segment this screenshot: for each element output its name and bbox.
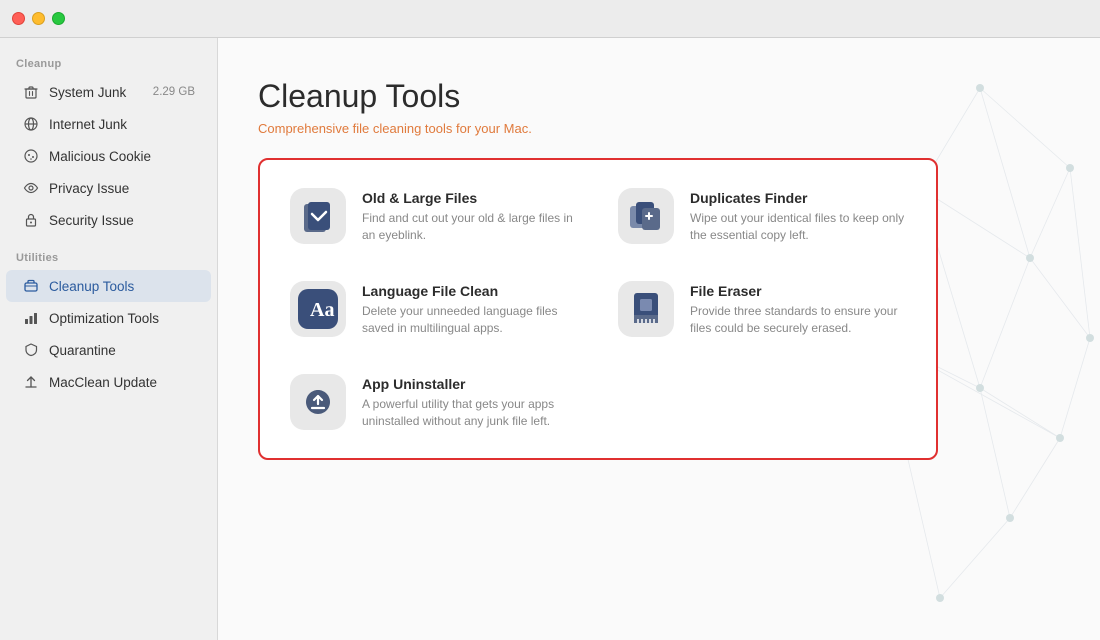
traffic-lights bbox=[12, 12, 65, 25]
page-title: Cleanup Tools bbox=[258, 78, 1060, 115]
sidebar-item-cleanup-tools[interactable]: Cleanup Tools bbox=[6, 270, 211, 302]
file-eraser-name: File Eraser bbox=[690, 283, 906, 299]
sidebar-label-quarantine: Quarantine bbox=[49, 343, 116, 358]
sidebar-label-cleanup-tools: Cleanup Tools bbox=[49, 279, 134, 294]
sidebar: Cleanup System Junk 2.29 GB bbox=[0, 38, 218, 640]
sidebar-item-security-issue[interactable]: Security Issue bbox=[6, 204, 211, 236]
sidebar-item-malicious-cookie[interactable]: Malicious Cookie bbox=[6, 140, 211, 172]
sidebar-item-privacy-issue[interactable]: Privacy Issue bbox=[6, 172, 211, 204]
app-uninstaller-name: App Uninstaller bbox=[362, 376, 578, 392]
old-large-files-desc: Find and cut out your old & large files … bbox=[362, 210, 578, 245]
app-uninstaller-info: App Uninstaller A powerful utility that … bbox=[362, 374, 578, 431]
cleanup-section-label: Cleanup bbox=[0, 54, 217, 76]
file-eraser-icon bbox=[618, 281, 674, 337]
old-large-files-info: Old & Large Files Find and cut out your … bbox=[362, 188, 578, 245]
app-uninstaller-desc: A powerful utility that gets your apps u… bbox=[362, 396, 578, 431]
tool-item-old-large-files[interactable]: Old & Large Files Find and cut out your … bbox=[270, 170, 598, 263]
sidebar-label-security-issue: Security Issue bbox=[49, 213, 134, 228]
chart-icon bbox=[22, 309, 40, 327]
language-file-clean-info: Language File Clean Delete your unneeded… bbox=[362, 281, 578, 338]
app-uninstaller-icon bbox=[290, 374, 346, 430]
sidebar-label-system-junk: System Junk bbox=[49, 85, 126, 100]
duplicates-finder-desc: Wipe out your identical files to keep on… bbox=[690, 210, 906, 245]
language-file-clean-name: Language File Clean bbox=[362, 283, 578, 299]
file-eraser-info: File Eraser Provide three standards to e… bbox=[690, 281, 906, 338]
sidebar-label-malicious-cookie: Malicious Cookie bbox=[49, 149, 151, 164]
sidebar-item-system-junk[interactable]: System Junk 2.29 GB bbox=[6, 76, 211, 108]
cookie-icon bbox=[22, 147, 40, 165]
duplicates-finder-info: Duplicates Finder Wipe out your identica… bbox=[690, 188, 906, 245]
sidebar-item-quarantine[interactable]: Quarantine bbox=[6, 334, 211, 366]
old-large-files-icon bbox=[290, 188, 346, 244]
old-large-files-name: Old & Large Files bbox=[362, 190, 578, 206]
sidebar-label-privacy-issue: Privacy Issue bbox=[49, 181, 129, 196]
shield-icon bbox=[22, 341, 40, 359]
sidebar-item-internet-junk[interactable]: Internet Junk bbox=[6, 108, 211, 140]
sidebar-divider bbox=[0, 236, 217, 248]
eye-icon bbox=[22, 179, 40, 197]
sidebar-item-macclean-update[interactable]: MacClean Update bbox=[6, 366, 211, 398]
update-icon bbox=[22, 373, 40, 391]
language-file-clean-icon: Aa bbox=[290, 281, 346, 337]
tool-item-duplicates-finder[interactable]: Duplicates Finder Wipe out your identica… bbox=[598, 170, 926, 263]
broom-icon bbox=[22, 277, 40, 295]
page-subtitle: Comprehensive file cleaning tools for yo… bbox=[258, 121, 1060, 136]
tool-item-file-eraser[interactable]: File Eraser Provide three standards to e… bbox=[598, 263, 926, 356]
tools-grid: Old & Large Files Find and cut out your … bbox=[258, 158, 938, 460]
file-eraser-desc: Provide three standards to ensure your f… bbox=[690, 303, 906, 338]
close-button[interactable] bbox=[12, 12, 25, 25]
tool-item-language-file-clean[interactable]: Aa Language File Clean Delete your unnee… bbox=[270, 263, 598, 356]
system-junk-badge: 2.29 GB bbox=[153, 86, 195, 98]
language-file-clean-desc: Delete your unneeded language files save… bbox=[362, 303, 578, 338]
sidebar-label-internet-junk: Internet Junk bbox=[49, 117, 127, 132]
sidebar-item-optimization-tools[interactable]: Optimization Tools bbox=[6, 302, 211, 334]
duplicates-finder-icon bbox=[618, 188, 674, 244]
main-content: Cleanup Tools Comprehensive file cleanin… bbox=[218, 38, 1100, 640]
svg-text:Aa: Aa bbox=[310, 299, 334, 321]
tool-item-app-uninstaller[interactable]: App Uninstaller A powerful utility that … bbox=[270, 356, 598, 449]
app-container: Cleanup System Junk 2.29 GB bbox=[0, 38, 1100, 640]
minimize-button[interactable] bbox=[32, 12, 45, 25]
sidebar-label-optimization-tools: Optimization Tools bbox=[49, 311, 159, 326]
titlebar bbox=[0, 0, 1100, 38]
utilities-section-label: Utilities bbox=[0, 248, 217, 270]
sidebar-label-macclean-update: MacClean Update bbox=[49, 375, 157, 390]
trash-icon bbox=[22, 83, 40, 101]
grid-empty-cell bbox=[598, 356, 926, 449]
globe-icon bbox=[22, 115, 40, 133]
lock-icon bbox=[22, 211, 40, 229]
duplicates-finder-name: Duplicates Finder bbox=[690, 190, 906, 206]
maximize-button[interactable] bbox=[52, 12, 65, 25]
